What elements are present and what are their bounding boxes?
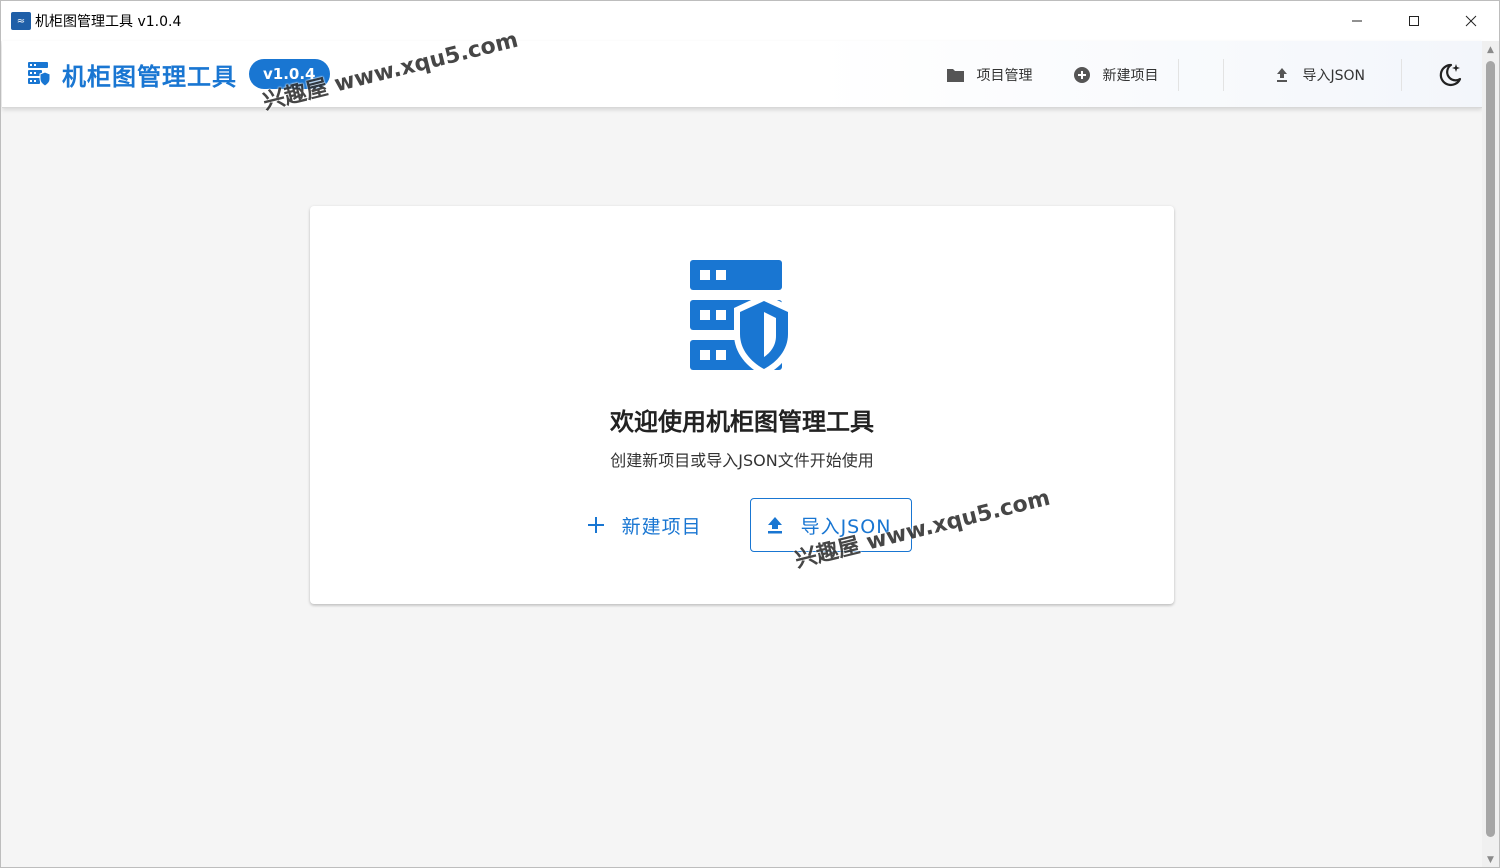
maximize-button[interactable] — [1385, 1, 1442, 41]
nav-import-json-label: 导入JSON — [1302, 67, 1365, 84]
nav-new-project-label: 新建项目 — [1102, 67, 1159, 84]
nav-new-project-button[interactable]: 新建项目 — [1052, 55, 1178, 95]
moon-star-icon — [1439, 63, 1462, 86]
scroll-up-icon[interactable]: ▲ — [1482, 41, 1499, 58]
new-project-button[interactable]: 新建项目 — [572, 498, 716, 552]
nav-projects-label: 项目管理 — [976, 67, 1033, 84]
upload-icon — [767, 517, 782, 534]
nav-projects-button[interactable]: 项目管理 — [926, 55, 1052, 95]
folder-icon — [947, 68, 965, 82]
nav-divider — [1401, 58, 1402, 91]
app-logo-icon: ≈ — [11, 12, 31, 30]
plus-circle-icon — [1074, 66, 1091, 83]
upload-icon — [1277, 67, 1288, 82]
nav-divider — [1178, 58, 1180, 91]
window-controls — [1328, 1, 1499, 41]
server-shield-icon — [28, 62, 50, 86]
minimize-button[interactable] — [1328, 1, 1385, 41]
brand-title: 机柜图管理工具 — [62, 62, 237, 91]
title-bar[interactable]: ≈ 机柜图管理工具 v1.0.4 — [1, 1, 1499, 41]
nav-import-json-button[interactable]: 导入JSON — [1224, 55, 1401, 95]
theme-toggle-button[interactable] — [1416, 41, 1482, 108]
maximize-icon — [1408, 16, 1419, 26]
new-project-label: 新建项目 — [621, 515, 702, 538]
plus-icon — [587, 517, 604, 533]
server-shield-icon — [690, 260, 794, 376]
close-icon — [1465, 15, 1476, 27]
app-header: 机柜图管理工具 v1.0.4 项目管理 新建项目 导入JSON — [2, 41, 1482, 108]
scroll-down-icon[interactable]: ▼ — [1482, 851, 1499, 867]
welcome-subtitle: 创建新项目或导入JSON文件开始使用 — [610, 451, 874, 470]
close-button[interactable] — [1442, 1, 1499, 41]
welcome-title: 欢迎使用机柜图管理工具 — [610, 408, 874, 436]
vertical-scrollbar[interactable]: ▲ ▼ — [1482, 41, 1499, 867]
scroll-thumb[interactable] — [1486, 61, 1495, 837]
welcome-card: 欢迎使用机柜图管理工具 创建新项目或导入JSON文件开始使用 新建项目 导入JS… — [310, 206, 1174, 604]
app-window: ≈ 机柜图管理工具 v1.0.4 机柜图管理工具 v1.0.4 项目管理 新建项… — [0, 0, 1500, 868]
minimize-icon — [1351, 20, 1362, 22]
top-nav: 项目管理 新建项目 导入JSON — [926, 41, 1482, 108]
window-title: 机柜图管理工具 v1.0.4 — [35, 14, 182, 30]
